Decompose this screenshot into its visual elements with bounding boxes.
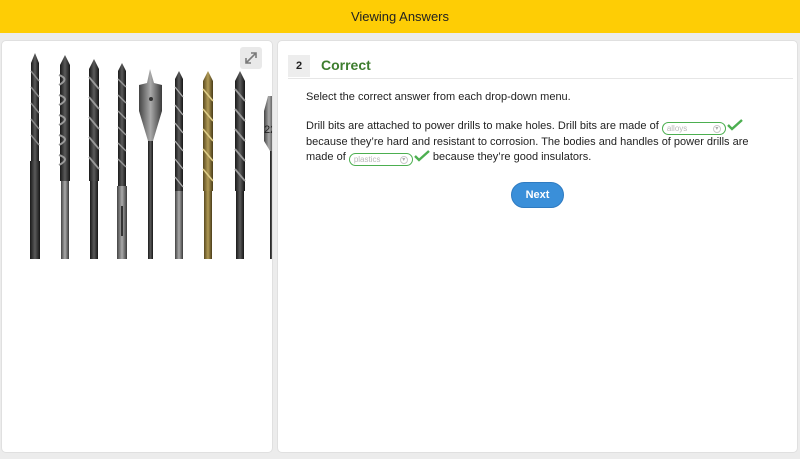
image-panel: 22 — [1, 40, 273, 453]
svg-text:22: 22 — [264, 124, 273, 136]
answer-dropdown-1[interactable]: alloys ▾ — [661, 122, 726, 135]
expand-image-button[interactable] — [240, 47, 262, 69]
question-panel: 2 Correct Select the correct answer from… — [277, 40, 798, 453]
answer-dropdown-2[interactable]: plastics ▾ — [348, 153, 413, 166]
drill-bit-3 — [88, 59, 100, 259]
expand-arrows-icon — [245, 52, 257, 64]
question-number: 2 — [288, 55, 310, 77]
drill-bit-7 — [202, 71, 214, 259]
question-header: 2 Correct — [288, 55, 793, 79]
question-passage: Drill bits are attached to power drills … — [306, 119, 776, 166]
drill-bit-4 — [117, 63, 127, 259]
chevron-down-icon: ▾ — [399, 155, 408, 164]
dropdown-2-value: plastics — [353, 155, 381, 164]
passage-text-3: because they’re good insulators. — [429, 151, 592, 163]
drill-bit-8 — [234, 71, 246, 259]
passage-text-1: Drill bits are attached to power drills … — [306, 120, 662, 132]
dropdown-1-value: alloys — [666, 124, 688, 133]
top-bar: Viewing Answers — [0, 0, 800, 33]
chevron-down-icon: ▾ — [712, 124, 721, 133]
drill-bit-6 — [174, 71, 184, 259]
check-icon — [726, 119, 743, 131]
next-button[interactable]: Next — [511, 182, 564, 208]
page-title: Viewing Answers — [350, 9, 450, 24]
drill-bit-9: 22 — [264, 96, 273, 259]
drill-bit-5 — [139, 69, 162, 259]
drill-bit-1 — [30, 53, 40, 259]
drill-bit-2 — [58, 55, 70, 259]
answer-status: Correct — [321, 57, 371, 73]
check-icon — [413, 150, 430, 162]
instruction-text: Select the correct answer from each drop… — [306, 91, 571, 103]
drill-bits-image: 22 — [30, 53, 273, 259]
